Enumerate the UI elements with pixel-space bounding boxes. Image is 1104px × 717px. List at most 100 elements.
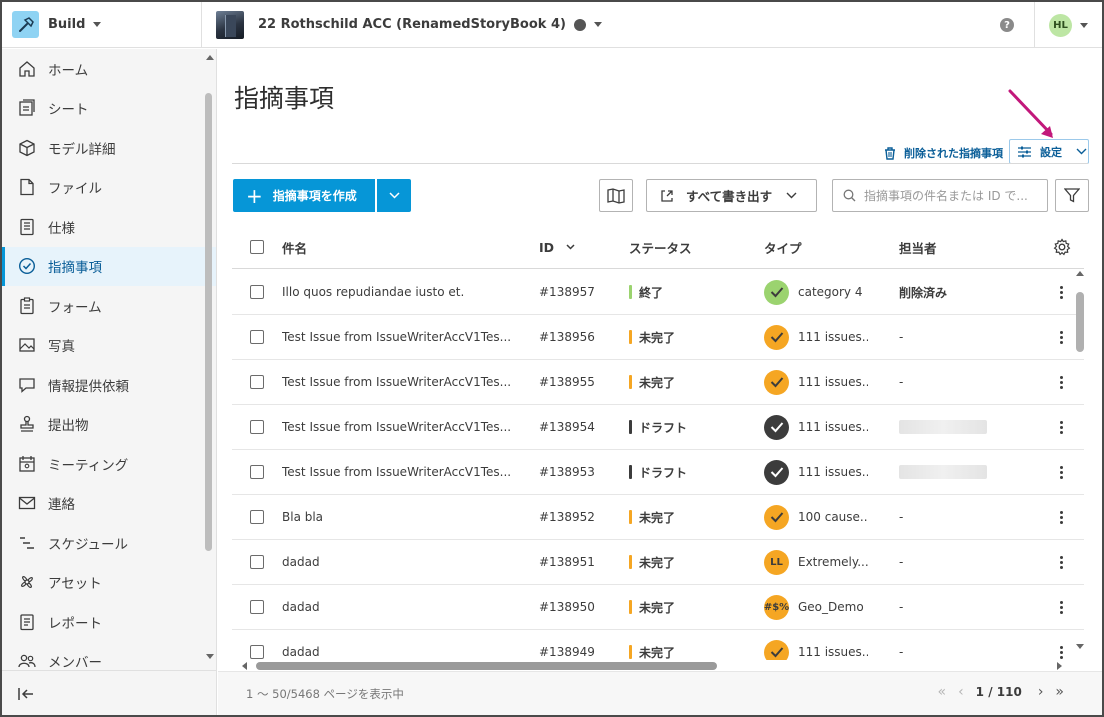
help-icon[interactable]: ?: [1000, 18, 1014, 32]
next-page-button[interactable]: ›: [1038, 684, 1044, 700]
scroll-right-arrow[interactable]: [1057, 662, 1062, 670]
more-options-icon[interactable]: [1060, 600, 1064, 614]
more-options-icon[interactable]: [1060, 510, 1064, 524]
row-checkbox[interactable]: [250, 465, 264, 479]
gear-icon: [1053, 238, 1070, 256]
sidebar-item[interactable]: アセット: [2, 563, 216, 603]
row-checkbox[interactable]: [250, 510, 264, 524]
column-header-status[interactable]: ステータス: [629, 238, 764, 257]
table-row[interactable]: Test Issue from IssueWriterAccV1Tes... #1…: [232, 360, 1084, 405]
sidebar-item-label: 提出物: [48, 418, 89, 435]
sidebar-item[interactable]: 連絡: [2, 484, 216, 524]
row-checkbox[interactable]: [250, 600, 264, 614]
table-row[interactable]: Test Issue from IssueWriterAccV1Tes... #1…: [232, 450, 1084, 495]
sidebar-item[interactable]: ホーム: [2, 49, 216, 89]
sidebar-item[interactable]: 仕様: [2, 207, 216, 247]
issue-name[interactable]: Test Issue from IssueWriterAccV1Tes...: [282, 465, 539, 479]
issue-name[interactable]: dadad: [282, 555, 539, 569]
pagination-range: 1 ～ 50/5468 ページを表示中: [246, 687, 404, 701]
row-checkbox[interactable]: [250, 420, 264, 434]
more-options-icon[interactable]: [1060, 375, 1064, 389]
issue-name[interactable]: dadad: [282, 600, 539, 614]
filter-button[interactable]: [1055, 179, 1089, 212]
column-header-type[interactable]: タイプ: [764, 238, 899, 257]
prev-page-button[interactable]: ‹: [958, 684, 964, 700]
issue-name[interactable]: Test Issue from IssueWriterAccV1Tes...: [282, 420, 539, 434]
row-checkbox[interactable]: [250, 330, 264, 344]
page-indicator: 1 / 110: [975, 685, 1022, 699]
create-issue-button[interactable]: + 指摘事項を作成: [233, 179, 375, 212]
column-settings-button[interactable]: [1039, 238, 1084, 256]
scroll-up-arrow[interactable]: [206, 55, 214, 60]
issue-name[interactable]: Bla bla: [282, 510, 539, 524]
table-row[interactable]: Illo quos repudiandae iusto et. #138957 終了…: [232, 270, 1084, 315]
more-options-icon[interactable]: [1060, 420, 1064, 434]
table-row[interactable]: Test Issue from IssueWriterAccV1Tes... #1…: [232, 405, 1084, 450]
issue-name[interactable]: Illo quos repudiandae iusto et.: [282, 285, 539, 299]
scroll-down-arrow[interactable]: [206, 654, 214, 659]
sidebar-scrollbar[interactable]: [205, 93, 212, 551]
collapse-sidebar-button[interactable]: [2, 670, 216, 715]
column-header-name[interactable]: 件名: [282, 238, 539, 257]
last-page-button[interactable]: »: [1055, 684, 1064, 700]
table-horizontal-scrollbar[interactable]: [256, 662, 717, 670]
sidebar-item[interactable]: 写真: [2, 326, 216, 366]
more-options-icon[interactable]: [1060, 285, 1064, 299]
issue-name[interactable]: Test Issue from IssueWriterAccV1Tes...: [282, 375, 539, 389]
sidebar-item[interactable]: 提出物: [2, 405, 216, 445]
map-view-button[interactable]: [599, 179, 633, 212]
sidebar-item[interactable]: ミーティング: [2, 444, 216, 484]
sidebar-item[interactable]: シート: [2, 89, 216, 129]
issue-name[interactable]: dadad: [282, 645, 539, 659]
issue-id: #138949: [539, 645, 595, 659]
user-avatar[interactable]: HL: [1049, 13, 1072, 37]
search-input[interactable]: [864, 188, 1040, 203]
row-checkbox[interactable]: [250, 375, 264, 389]
chevron-down-icon[interactable]: [1080, 22, 1088, 28]
sidebar-item[interactable]: 指摘事項: [2, 246, 216, 286]
mail-icon: [18, 494, 36, 512]
table-vertical-scrollbar[interactable]: [1076, 292, 1084, 352]
row-checkbox[interactable]: [250, 555, 264, 569]
scroll-left-arrow[interactable]: [242, 662, 247, 670]
select-all-checkbox[interactable]: [250, 240, 264, 254]
app-switcher[interactable]: Build: [2, 2, 202, 48]
deleted-issues-link[interactable]: 削除された指摘事項: [884, 145, 1003, 161]
first-page-button[interactable]: «: [937, 684, 946, 700]
issue-id: #138952: [539, 510, 595, 524]
issue-id: #138951: [539, 555, 595, 569]
issue-name[interactable]: Test Issue from IssueWriterAccV1Tes...: [282, 330, 539, 344]
create-issue-label: 指摘事項を作成: [272, 189, 357, 203]
scroll-down-arrow[interactable]: [1076, 644, 1084, 649]
column-header-assignee[interactable]: 担当者: [899, 238, 1039, 257]
sidebar-item[interactable]: ファイル: [2, 168, 216, 208]
scroll-up-arrow[interactable]: [1076, 271, 1084, 276]
table-row[interactable]: Bla bla #138952 未完了 100 cause... -: [232, 495, 1084, 540]
page-title: 指摘事項: [234, 84, 335, 113]
export-all-button[interactable]: すべて書き出す: [646, 179, 817, 212]
more-options-icon[interactable]: [1060, 465, 1064, 479]
more-options-icon[interactable]: [1060, 330, 1064, 344]
type-label: 111 issues...: [798, 645, 868, 659]
top-bar: Build 22 Rothschild ACC (RenamedStoryBoo…: [2, 2, 1102, 48]
table-row[interactable]: dadad #138949 未完了 111 issues... -: [232, 630, 1084, 660]
sidebar-item[interactable]: モデル詳細: [2, 128, 216, 168]
more-options-icon[interactable]: [1060, 645, 1064, 659]
row-checkbox[interactable]: [250, 285, 264, 299]
table-row[interactable]: dadad #138951 未完了 LL Extremely... -: [232, 540, 1084, 585]
type-label: Geo_Demo: [798, 600, 864, 614]
project-switcher[interactable]: 22 Rothschild ACC (RenamedStoryBook 4): [202, 10, 602, 39]
row-checkbox[interactable]: [250, 645, 264, 659]
column-header-id[interactable]: ID: [539, 240, 629, 255]
export-icon: [661, 189, 673, 202]
create-issue-dropdown[interactable]: [377, 179, 411, 212]
status-indicator: [629, 420, 632, 434]
sidebar-item[interactable]: レポート: [2, 602, 216, 642]
more-options-icon[interactable]: [1060, 555, 1064, 569]
sidebar-item[interactable]: フォーム: [2, 286, 216, 326]
sidebar-item[interactable]: 情報提供依頼: [2, 365, 216, 405]
table-row[interactable]: Test Issue from IssueWriterAccV1Tes... #1…: [232, 315, 1084, 360]
sidebar-item[interactable]: スケジュール: [2, 523, 216, 563]
search-box[interactable]: [832, 179, 1048, 212]
table-row[interactable]: dadad #138950 未完了 #$% Geo_Demo -: [232, 585, 1084, 630]
